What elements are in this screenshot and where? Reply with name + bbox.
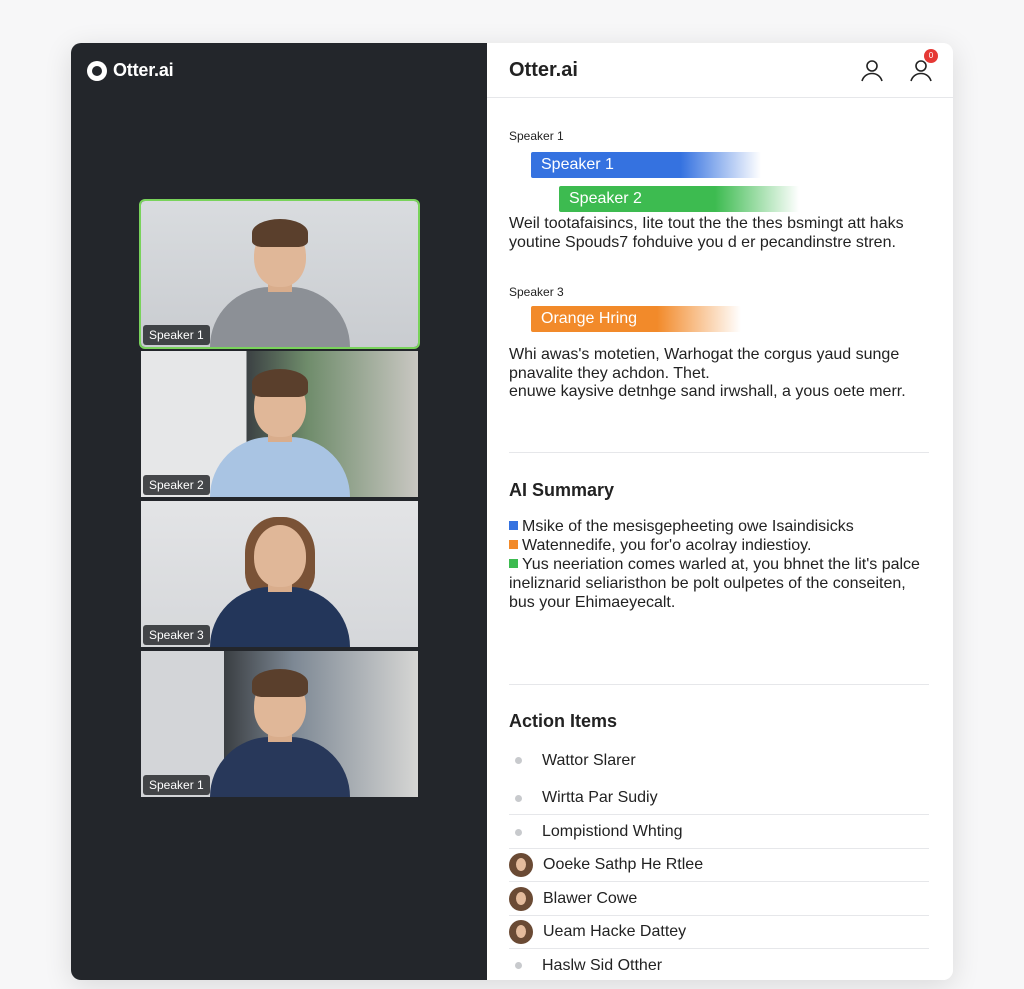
participant-video xyxy=(205,507,355,647)
avatar xyxy=(509,887,533,911)
summary-heading: AI Summary xyxy=(509,480,615,500)
avatar xyxy=(509,920,533,944)
speaker-tag: Speaker 2 xyxy=(143,475,210,495)
transcript-text: Weil tootafaisincs, Iite tout the the th… xyxy=(509,215,904,251)
bullet-dot-icon xyxy=(515,757,522,764)
bullet-dot-icon xyxy=(515,962,522,969)
speaker-tag: Speaker 3 xyxy=(143,625,210,645)
brand[interactable]: Otter.ai xyxy=(87,60,174,81)
action-item[interactable]: Blawer Cowe xyxy=(509,883,929,916)
brand-name: Otter.ai xyxy=(113,60,174,80)
speaker-label: Speaker 3 xyxy=(509,285,564,299)
action-item[interactable]: Lompistiond Whting xyxy=(509,816,929,849)
video-tile[interactable]: Speaker 3 xyxy=(141,501,418,647)
action-item[interactable]: Ooeke Sathp He Rtlee xyxy=(509,849,929,882)
participant-video xyxy=(205,357,355,497)
transcript-text: enuwe kaysive detnhge sand irwshall, a y… xyxy=(509,383,906,400)
speaker-bar[interactable]: Speaker 2 xyxy=(559,186,799,212)
action-item[interactable]: Haslw Sid Otther xyxy=(509,949,929,980)
video-tile[interactable]: Speaker 2 xyxy=(141,351,418,497)
transcript-text: Whi awas's motetien, Warhogat the corgus… xyxy=(509,346,900,382)
action-item[interactable]: Wattor Slarer xyxy=(509,744,929,777)
user-icon[interactable] xyxy=(859,57,885,83)
participant-video xyxy=(205,657,355,797)
speaker-bar[interactable]: Speaker 1 xyxy=(531,152,761,178)
notifications-icon[interactable]: 0 xyxy=(908,49,938,83)
app-window: Otter.ai Speaker 1 Speaker 2 Speaker 3 S… xyxy=(71,43,953,980)
divider xyxy=(509,684,929,685)
video-grid: Speaker 1 Speaker 2 Speaker 3 Speaker 1 xyxy=(139,199,420,801)
avatar xyxy=(509,853,533,877)
divider xyxy=(509,452,929,453)
notification-badge: 0 xyxy=(924,49,938,63)
summary-item: Msike of the mesisgepheeting owe Isaindi… xyxy=(509,517,929,536)
bullet-dot-icon xyxy=(515,794,522,802)
action-items-heading: Action Items xyxy=(509,711,618,731)
transcript-panel: Otter.ai 0 Speaker 1 Speaker 1 Speaker 2… xyxy=(487,43,953,980)
video-panel: Otter.ai Speaker 1 Speaker 2 Speaker 3 S… xyxy=(71,43,487,980)
participant-video xyxy=(205,207,355,347)
speaker-label: Speaker 1 xyxy=(509,129,564,143)
bullet-square-icon xyxy=(509,521,518,530)
action-item[interactable]: Ueam Hacke Dattey xyxy=(509,916,929,949)
bullet-dot-icon xyxy=(515,828,522,836)
summary-item: Yus neeriation comes warled at, you bhne… xyxy=(509,556,920,611)
action-item[interactable]: Wirtta Par Sudiy xyxy=(509,782,929,815)
summary-item: Watennedife, you for'o acolray indiestio… xyxy=(509,536,929,555)
video-tile[interactable]: Speaker 1 xyxy=(141,651,418,797)
video-tile[interactable]: Speaker 1 xyxy=(139,199,420,349)
speaker-tag: Speaker 1 xyxy=(143,775,210,795)
otter-logo-icon xyxy=(87,60,107,81)
panel-header: Otter.ai 0 xyxy=(487,43,953,98)
bullet-square-icon xyxy=(509,559,518,568)
panel-title: Otter.ai xyxy=(509,59,578,81)
speaker-bar[interactable]: Orange Hring xyxy=(531,306,741,332)
bullet-square-icon xyxy=(509,540,518,549)
speaker-tag: Speaker 1 xyxy=(143,325,210,345)
